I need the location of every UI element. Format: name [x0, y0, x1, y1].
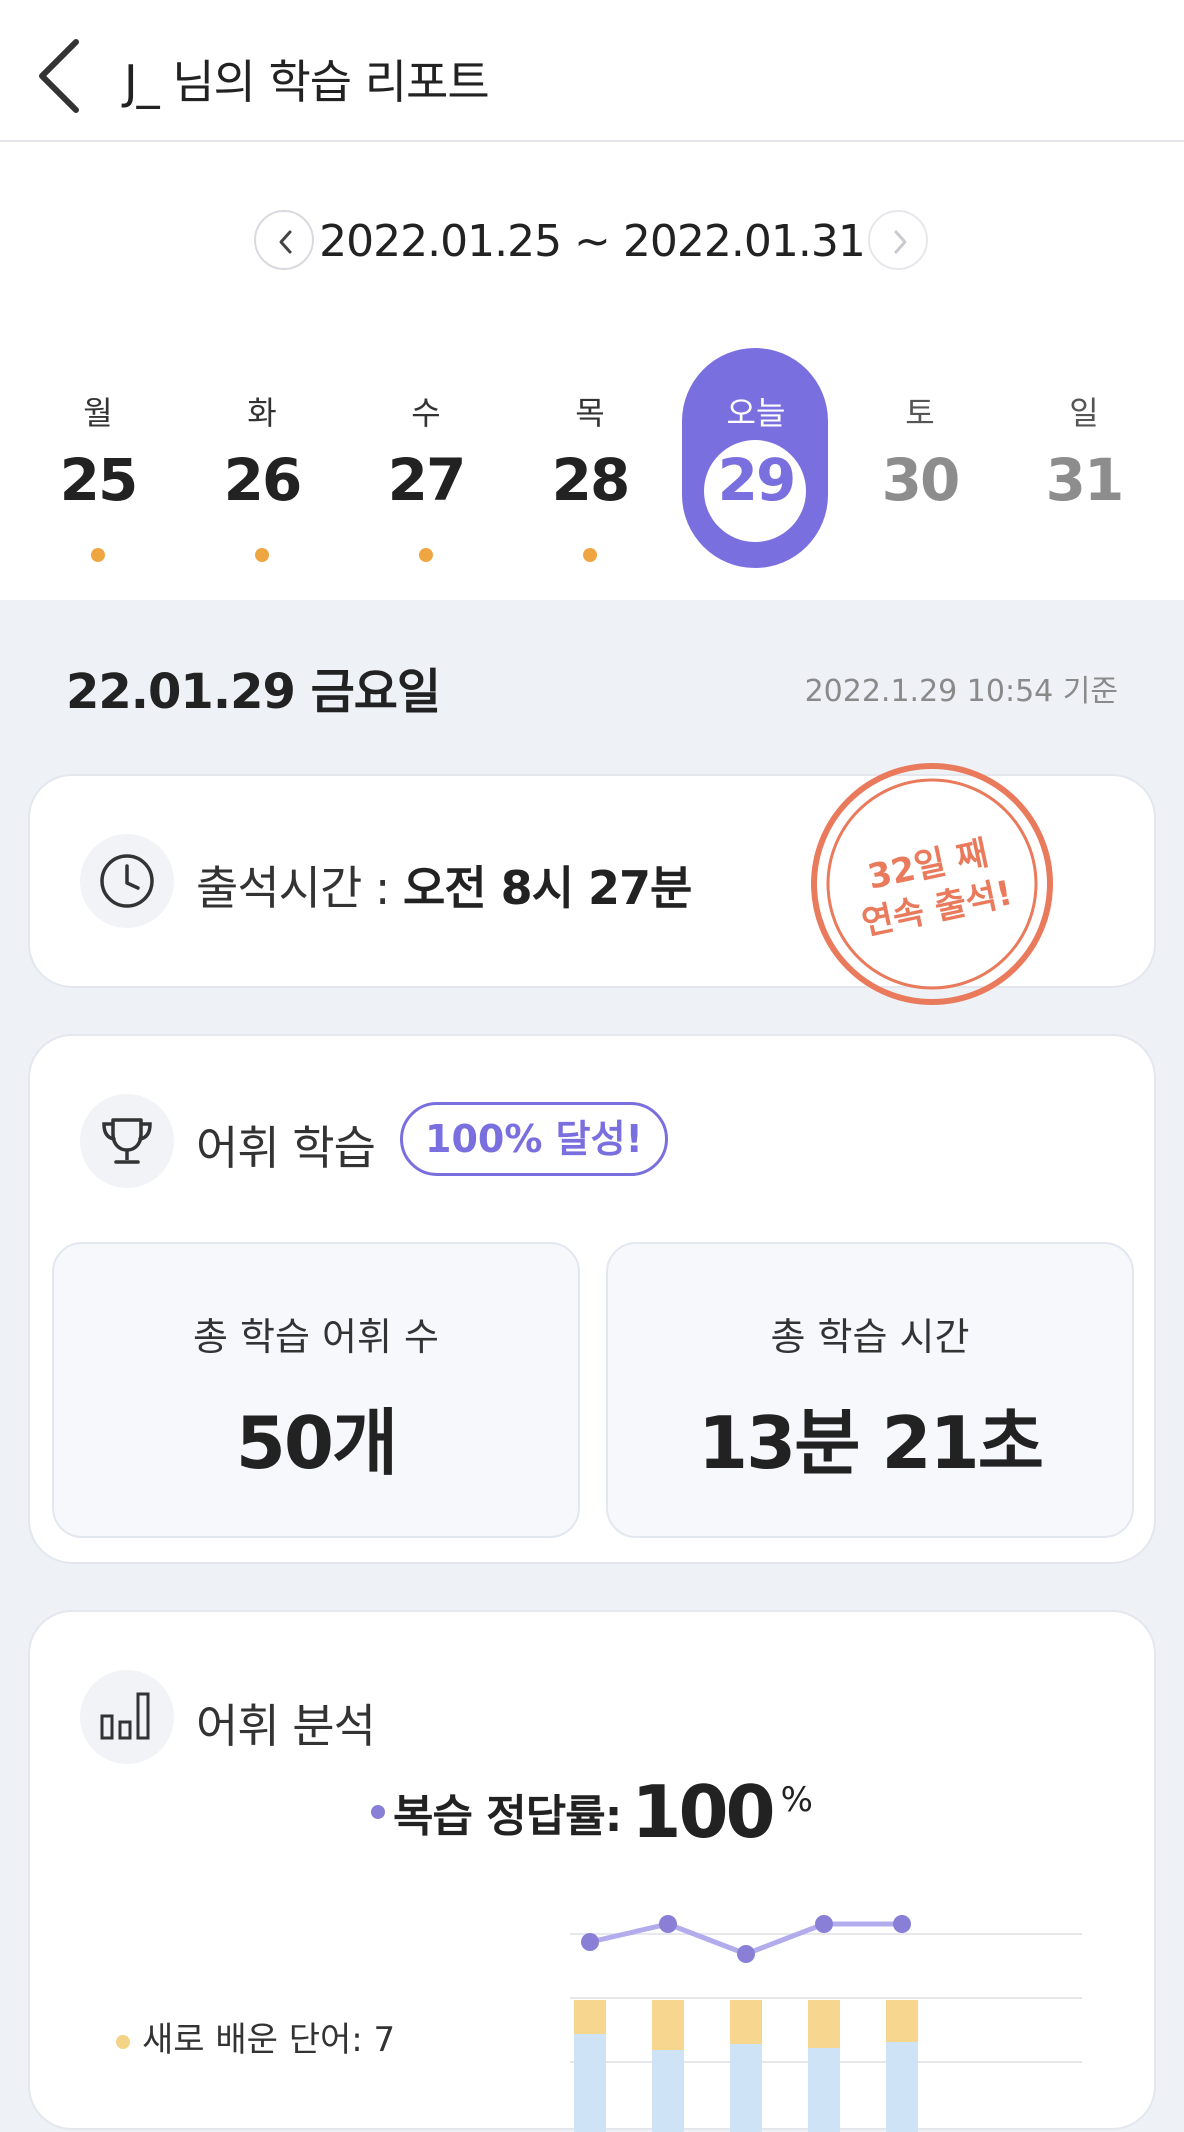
- total-time-label: 총 학습 시간: [770, 1315, 970, 1359]
- week-calendar: 2022.01.25 ~ 2022.01.31 월 25 화 26 수 27 목…: [0, 142, 1184, 600]
- day-item-wed[interactable]: 수 27: [352, 348, 500, 578]
- bar-review: [652, 2050, 684, 2132]
- attendance-card: 출석시간 : 오전 8시 27분 32일 째 연속 출석!: [28, 763, 1156, 1005]
- day-number: 27: [387, 446, 467, 514]
- legend-new-words: 새로 배운 단어: 7: [116, 2012, 395, 2061]
- accuracy-point: [815, 1915, 833, 1933]
- bar-review: [574, 2034, 606, 2132]
- bar-review: [808, 2048, 840, 2132]
- day-name: 수: [411, 394, 441, 432]
- chevron-left-icon: [279, 230, 292, 254]
- day-name: 토: [905, 394, 935, 432]
- top-app-bar: J_ 님의 학습 리포트: [0, 0, 1184, 142]
- day-number: 29: [717, 446, 797, 514]
- bar-chart-icon: [100, 1692, 150, 1740]
- day-item-sat[interactable]: 토 30: [846, 348, 994, 578]
- day-number: 26: [223, 446, 303, 514]
- study-done-dot: [255, 548, 269, 562]
- analysis-title: 어휘 분석: [196, 1699, 376, 1753]
- back-button[interactable]: [30, 36, 90, 116]
- accuracy-point: [659, 1915, 677, 1933]
- day-item-mon[interactable]: 월 25: [24, 348, 172, 578]
- bar-new: [886, 2000, 918, 2042]
- vocab-learning-card: 어휘 학습 100% 달성! 총 학습 어휘 수 50개 총 학습 시간 13분…: [28, 1034, 1156, 1564]
- day-name: 화: [247, 394, 277, 432]
- week-range-text: 2022.01.25 ~ 2022.01.31: [319, 216, 866, 267]
- bar-review: [730, 2044, 762, 2132]
- vocab-title: 어휘 학습: [196, 1121, 376, 1175]
- accuracy-point: [737, 1945, 755, 1963]
- chevron-right-icon: [894, 230, 907, 254]
- clock-icon: [100, 854, 154, 908]
- accuracy-dot: [371, 1805, 386, 1819]
- attendance-value: 오전 8시 27분: [403, 861, 692, 915]
- total-words-value: 50개: [235, 1401, 398, 1485]
- report-timestamp: 2022.1.29 10:54 기준: [804, 674, 1118, 709]
- accuracy-label: 복습 정답률:: [393, 1791, 622, 1842]
- total-words-box: 총 학습 어휘 수 50개: [52, 1242, 580, 1538]
- day-list: 월 25 화 26 수 27 목 28 오늘 29 토 30 일 31: [0, 348, 1184, 578]
- day-number: 25: [59, 446, 139, 514]
- week-range-nav: 2022.01.25 ~ 2022.01.31: [0, 210, 1184, 276]
- day-number: 28: [551, 446, 631, 514]
- day-name: 오늘: [726, 394, 786, 432]
- bar-chart-icon-circle: [80, 1670, 174, 1764]
- bar-new: [730, 2000, 762, 2044]
- study-done-dot: [583, 548, 597, 562]
- day-item-today[interactable]: 오늘 29: [674, 348, 828, 578]
- accuracy-point: [581, 1933, 599, 1951]
- accuracy-unit: %: [780, 1780, 813, 1820]
- study-done-dot: [419, 548, 433, 562]
- day-item-sun[interactable]: 일 31: [1010, 348, 1158, 578]
- legend-label: 새로 배운 단어: 7: [142, 2020, 396, 2060]
- total-words-label: 총 학습 어휘 수: [193, 1315, 439, 1359]
- attendance-label: 출석시간 :: [196, 861, 404, 915]
- report-date: 22.01.29 금요일: [66, 664, 441, 720]
- total-time-value: 13분 21초: [698, 1401, 1044, 1485]
- study-done-dot: [91, 548, 105, 562]
- legend-dot: [116, 2034, 130, 2049]
- day-item-thu[interactable]: 목 28: [516, 348, 664, 578]
- achievement-badge: 100% 달성!: [400, 1102, 668, 1176]
- accuracy-value: 100: [631, 1770, 775, 1854]
- bar-new: [652, 2000, 684, 2050]
- analysis-chart: [570, 1915, 1082, 2132]
- vocab-analysis-card: 어휘 분석 복습 정답률: 100% 새로 배운 단어: 7: [28, 1610, 1156, 2132]
- bar-review: [886, 2042, 918, 2132]
- day-name: 목: [575, 394, 605, 432]
- bar-new: [808, 2000, 840, 2048]
- day-name: 일: [1069, 394, 1099, 432]
- review-accuracy: 복습 정답률: 100%: [30, 1770, 1154, 1854]
- trophy-icon-circle: [80, 1094, 174, 1188]
- page-title: J_ 님의 학습 리포트: [124, 55, 490, 109]
- bar-new: [574, 2000, 606, 2034]
- day-name: 월: [83, 394, 113, 432]
- back-icon: [39, 39, 79, 113]
- trophy-icon: [102, 1118, 152, 1164]
- clock-icon-circle: [80, 834, 174, 928]
- total-time-box: 총 학습 시간 13분 21초: [606, 1242, 1134, 1538]
- next-week-button[interactable]: [868, 210, 928, 270]
- streak-stamp: 32일 째 연속 출석!: [811, 763, 1053, 1005]
- attendance-time: 출석시간 : 오전 8시 27분: [196, 852, 692, 918]
- day-item-tue[interactable]: 화 26: [188, 348, 336, 578]
- day-number: 31: [1045, 446, 1125, 514]
- accuracy-point: [893, 1915, 911, 1933]
- day-number: 30: [881, 446, 961, 514]
